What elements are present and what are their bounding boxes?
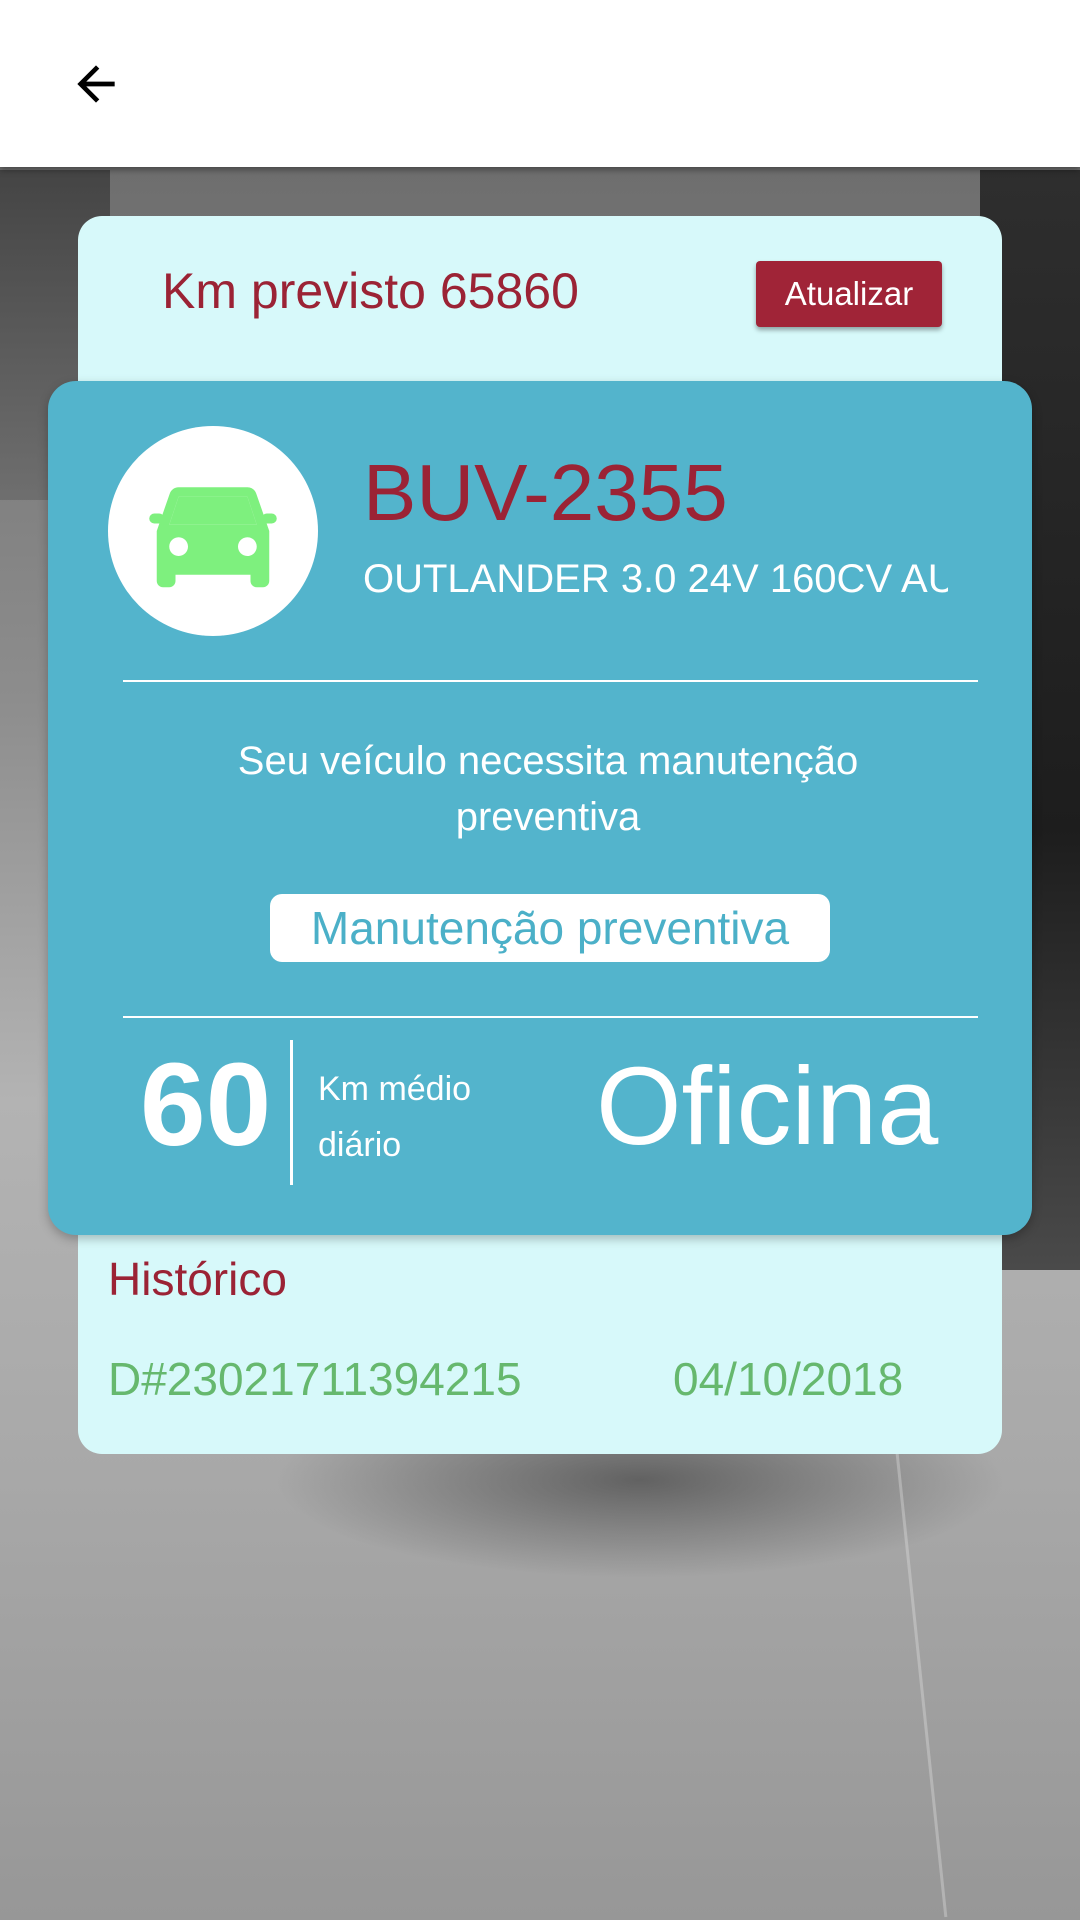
km-daily-value: 60 [140, 1039, 272, 1171]
history-entry-id[interactable]: D#23021711394215 [108, 1352, 522, 1406]
divider [123, 1016, 978, 1018]
vehicle-model: OUTLANDER 3.0 24V 160CV AUT. [363, 557, 948, 601]
arrow-back-icon [77, 65, 115, 103]
vehicle-avatar [108, 426, 318, 636]
car-icon [149, 487, 277, 588]
km-daily-label: Km médio diário [318, 1070, 472, 1164]
preventive-maintenance-button[interactable]: Manutenção preventiva [270, 894, 830, 962]
vehicle-card: BUV-2355 OUTLANDER 3.0 24V 160CV AUT. Se… [48, 381, 1032, 1235]
km-previsto-label: Km previsto 65860 [162, 263, 579, 319]
vertical-divider [290, 1040, 293, 1185]
history-title: Histórico [108, 1253, 287, 1305]
maintenance-message: Seu veículo necessita manutenção prevent… [237, 739, 859, 839]
vehicle-plate: BUV-2355 [363, 448, 728, 537]
divider [123, 680, 978, 682]
update-button[interactable]: Atualizar [756, 261, 942, 327]
history-entry-date[interactable]: 04/10/2018 [673, 1352, 903, 1406]
workshop-button[interactable]: Oficina [596, 1046, 938, 1167]
back-button[interactable] [56, 44, 136, 124]
vehicle-detail-screen: Km previsto 65860 Atualizar Histórico D#… [0, 0, 1080, 1920]
app-bar [0, 0, 1080, 167]
